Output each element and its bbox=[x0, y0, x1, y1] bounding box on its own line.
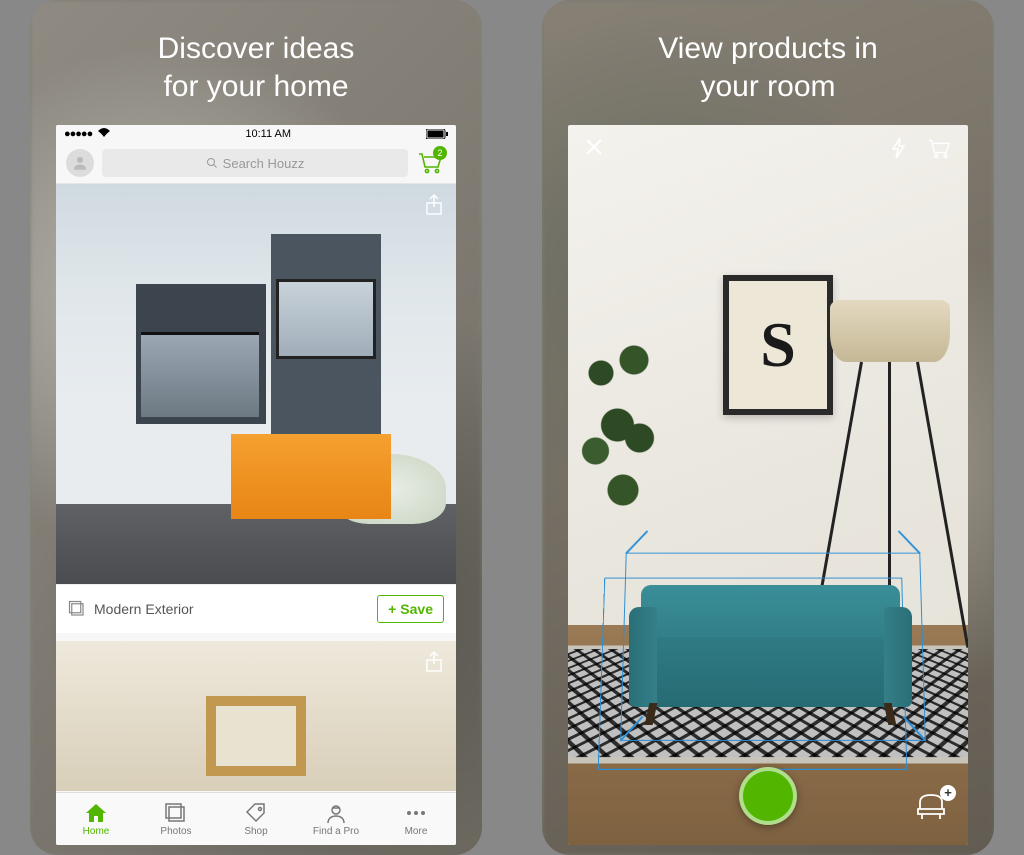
cart-button[interactable]: 2 bbox=[416, 150, 446, 176]
tab-bar: Home Photos Shop Find a Pro More bbox=[56, 792, 456, 845]
close-icon[interactable] bbox=[584, 137, 604, 159]
plus-icon: + bbox=[388, 601, 396, 617]
feed-card[interactable]: Modern Exterior + Save bbox=[56, 184, 456, 633]
save-button[interactable]: + Save bbox=[377, 595, 444, 623]
plus-badge-icon: + bbox=[940, 785, 956, 801]
search-input[interactable]: Search Houzz bbox=[102, 149, 408, 177]
panel-title: View products inyour room bbox=[542, 0, 994, 125]
plant bbox=[568, 295, 678, 555]
card-footer: Modern Exterior + Save bbox=[56, 584, 456, 633]
wall-art: S bbox=[723, 275, 833, 415]
battery-icon bbox=[426, 129, 448, 139]
flash-icon[interactable] bbox=[890, 137, 908, 159]
search-placeholder: Search Houzz bbox=[223, 156, 305, 171]
phone-screenshot: ●●●●● 10:11 AM Search Houzz 2 bbox=[56, 125, 456, 845]
tab-photos[interactable]: Photos bbox=[136, 793, 216, 845]
share-icon[interactable] bbox=[424, 194, 446, 216]
profile-avatar[interactable] bbox=[66, 149, 94, 177]
share-icon[interactable] bbox=[424, 651, 446, 673]
photos-icon bbox=[165, 802, 187, 824]
tab-label: Home bbox=[83, 826, 110, 837]
add-furniture-button[interactable]: + bbox=[914, 791, 948, 821]
tab-label: Find a Pro bbox=[313, 826, 359, 837]
pro-icon bbox=[325, 802, 347, 824]
floor-lamp bbox=[830, 300, 950, 362]
more-icon bbox=[405, 802, 427, 824]
ar-top-bar bbox=[568, 137, 968, 159]
tab-label: Photos bbox=[160, 826, 191, 837]
card-image[interactable] bbox=[56, 641, 456, 791]
tab-label: Shop bbox=[244, 826, 267, 837]
signal-icon: ●●●●● bbox=[64, 128, 110, 140]
card-title-row: Modern Exterior bbox=[68, 600, 194, 618]
save-label: Save bbox=[400, 601, 433, 617]
app-header: Search Houzz 2 bbox=[56, 143, 456, 184]
capture-button[interactable] bbox=[739, 767, 797, 825]
tab-shop[interactable]: Shop bbox=[216, 793, 296, 845]
ar-product-sofa[interactable] bbox=[633, 570, 908, 725]
tab-home[interactable]: Home bbox=[56, 793, 136, 845]
card-label: Modern Exterior bbox=[94, 601, 194, 617]
promo-panel-ar: View products inyour room S bbox=[542, 0, 994, 855]
tab-more[interactable]: More bbox=[376, 793, 456, 845]
promo-panel-discover: Discover ideasfor your home ●●●●● 10:11 … bbox=[30, 0, 482, 855]
ar-camera-view: S bbox=[568, 125, 968, 845]
cart-icon[interactable] bbox=[926, 137, 952, 159]
photo-stack-icon bbox=[68, 600, 86, 618]
status-bar: ●●●●● 10:11 AM bbox=[56, 125, 456, 143]
feed[interactable]: Modern Exterior + Save bbox=[56, 184, 456, 791]
tab-label: More bbox=[405, 826, 428, 837]
panel-title: Discover ideasfor your home bbox=[30, 0, 482, 125]
card-image[interactable] bbox=[56, 184, 456, 584]
feed-card[interactable] bbox=[56, 641, 456, 791]
tab-find-pro[interactable]: Find a Pro bbox=[296, 793, 376, 845]
tag-icon bbox=[245, 802, 267, 824]
search-icon bbox=[206, 157, 218, 169]
status-time: 10:11 AM bbox=[245, 128, 291, 140]
home-icon bbox=[84, 802, 108, 824]
cart-badge: 2 bbox=[433, 146, 447, 160]
